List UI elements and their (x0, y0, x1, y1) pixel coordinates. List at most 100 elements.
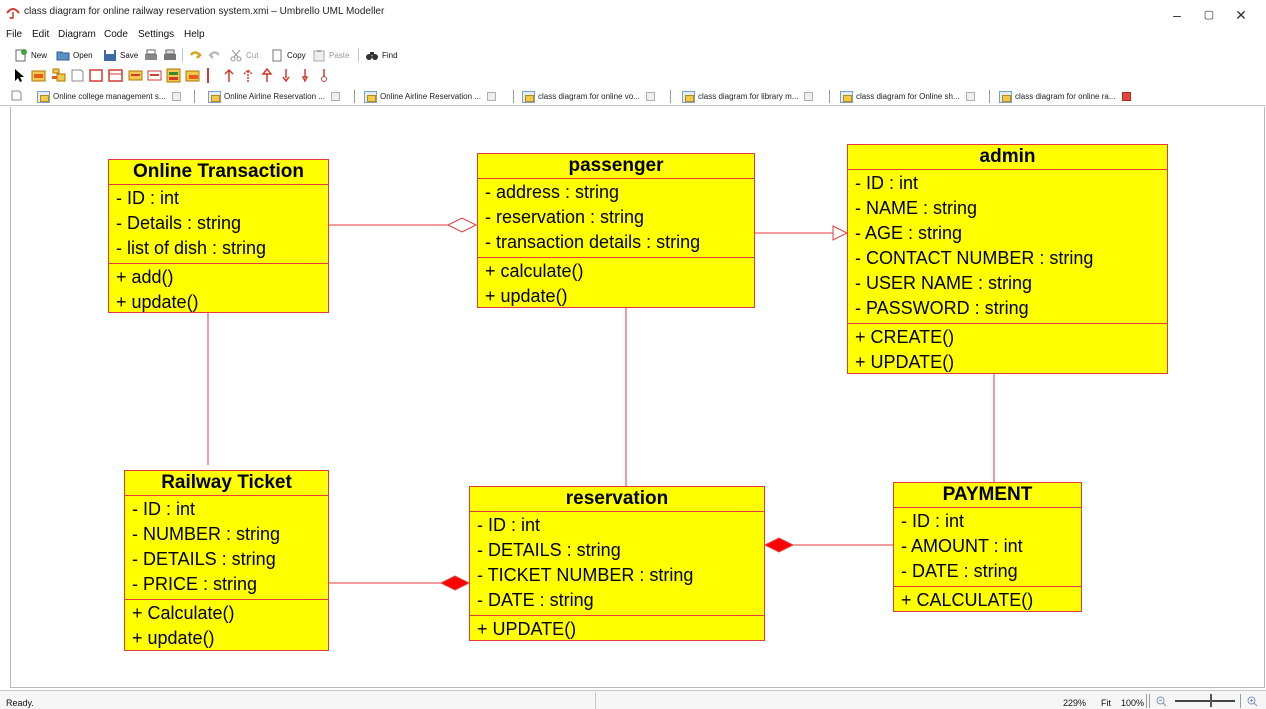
redo-icon[interactable] (208, 49, 222, 62)
zoom-out-icon[interactable] (1156, 696, 1167, 707)
new-tab-icon[interactable] (10, 89, 23, 102)
tab-close-icon[interactable] (1121, 92, 1131, 101)
class-payment[interactable]: PAYMENT - ID : int - AMOUNT : int - DATE… (893, 482, 1082, 612)
tab-online-college-management[interactable]: Online college management s... (35, 88, 181, 105)
operation-row: + add() (116, 267, 174, 287)
class-diagram-icon (208, 90, 221, 103)
tab-label: Online Airline Reservation ... (380, 92, 481, 101)
attribute-row: - NAME : string (855, 198, 978, 218)
tab-separator (989, 90, 990, 103)
tab-separator (354, 90, 355, 103)
tab-close-icon[interactable] (645, 92, 655, 101)
tab-close-icon[interactable] (486, 92, 496, 101)
find-button[interactable]: Find (365, 47, 398, 63)
tab-online-airline-reservation-1[interactable]: Online Airline Reservation ... (206, 88, 340, 105)
toolbar-separator (358, 48, 359, 62)
main-toolbar: New Open Save Cut Copy Paste Find (0, 45, 1266, 65)
aggregation-arrow-icon[interactable] (298, 68, 313, 83)
class-name: PAYMENT (894, 483, 1081, 508)
zoom-100-button[interactable]: 100% (1121, 698, 1144, 708)
tab-library-management[interactable]: class diagram for library m... (680, 88, 814, 105)
tab-label: Online college management s... (53, 92, 166, 101)
operation-row: + CALCULATE() (901, 590, 1034, 610)
tab-close-icon[interactable] (171, 92, 181, 101)
close-button[interactable]: ✕ (1218, 2, 1264, 28)
title-bar: class diagram for online railway reserva… (0, 0, 1266, 28)
save-label: Save (120, 50, 139, 60)
class-diagram-icon (840, 90, 853, 103)
tab-online-shopping[interactable]: class diagram for Online sh... (838, 88, 975, 105)
save-button[interactable]: Save (103, 47, 138, 63)
attribute-row: - NUMBER : string (132, 524, 281, 544)
attribute-compartment: - address : string - reservation : strin… (478, 179, 754, 258)
box-tool-icon[interactable] (89, 68, 104, 83)
clipboard-icon (313, 49, 325, 61)
class-name: admin (848, 145, 1167, 170)
composition-diamond (763, 537, 795, 553)
class-railway-ticket[interactable]: Railway Ticket - ID : int - NUMBER : str… (124, 470, 329, 651)
package-tool-icon[interactable] (51, 68, 66, 83)
attribute-row: - DATE : string (901, 561, 1018, 581)
dependency-arrow-icon[interactable] (241, 68, 256, 83)
menu-edit[interactable]: Edit (32, 29, 49, 40)
diagram-canvas[interactable]: Online Transaction - ID : int - Details … (10, 107, 1265, 688)
generalization-arrow-icon[interactable] (260, 68, 275, 83)
print-icon[interactable] (144, 49, 158, 62)
find-label: Find (382, 50, 398, 60)
new-label: New (31, 50, 48, 60)
class-name: passenger (478, 154, 754, 179)
composition-arrow-icon[interactable] (279, 68, 294, 83)
interface-tool-icon[interactable] (108, 68, 123, 83)
menu-code[interactable]: Code (104, 29, 128, 40)
enum-tool-icon[interactable] (147, 68, 162, 83)
template-tool-icon[interactable] (185, 68, 200, 83)
open-folder-icon (56, 51, 70, 60)
operation-compartment: + Calculate() + update() (125, 600, 328, 653)
line-tool-icon[interactable] (207, 68, 209, 83)
tab-online-airline-reservation-2[interactable]: Online Airline Reservation ... (362, 88, 496, 105)
tab-label: class diagram for Online sh... (856, 92, 960, 101)
tab-close-icon[interactable] (804, 92, 814, 101)
attribute-row: - TICKET NUMBER : string (477, 565, 694, 585)
operation-compartment: + CREATE() + UPDATE() (848, 324, 1167, 377)
tab-online-railway-reservation[interactable]: class diagram for online ra... (997, 88, 1131, 105)
class-tool-icon[interactable] (31, 68, 46, 83)
class-online-transaction[interactable]: Online Transaction - ID : int - Details … (108, 159, 329, 313)
zoom-in-icon[interactable] (1247, 696, 1258, 707)
open-button[interactable]: Open (56, 47, 93, 63)
menu-help[interactable]: Help (184, 29, 205, 40)
menu-diagram[interactable]: Diagram (58, 29, 96, 40)
class-passenger[interactable]: passenger - address : string - reservati… (477, 153, 755, 308)
attribute-compartment: - ID : int - NUMBER : string - DETAILS :… (125, 496, 328, 600)
operation-row: + update() (485, 286, 568, 306)
aggregation-diamond (446, 217, 478, 233)
entity-tool-icon[interactable] (166, 68, 181, 83)
operation-row: + UPDATE() (477, 619, 577, 639)
tab-online-voting[interactable]: class diagram for online vo... (520, 88, 655, 105)
zoom-slider-handle[interactable] (1210, 694, 1212, 707)
print-preview-icon[interactable] (163, 49, 177, 62)
status-bar: Ready. 229% Fit 100% (0, 690, 1266, 709)
menu-file[interactable]: File (6, 29, 22, 40)
copy-button[interactable]: Copy (270, 47, 306, 63)
paste-button[interactable]: Paste (312, 47, 349, 63)
class-admin[interactable]: admin - ID : int - NAME : string - AGE :… (847, 144, 1168, 374)
new-button[interactable]: New (14, 47, 47, 63)
attribute-compartment: - ID : int - NAME : string - AGE : strin… (848, 170, 1167, 324)
class-reservation[interactable]: reservation - ID : int - DETAILS : strin… (469, 486, 765, 641)
select-arrow-icon[interactable] (12, 68, 27, 83)
tab-close-icon[interactable] (330, 92, 340, 101)
containment-arrow-icon[interactable] (317, 68, 332, 83)
operation-compartment: + UPDATE() (470, 616, 764, 644)
tab-close-icon[interactable] (965, 92, 975, 101)
menu-settings[interactable]: Settings (138, 29, 174, 40)
undo-icon[interactable] (188, 49, 202, 62)
zoom-slider[interactable] (1175, 700, 1235, 702)
note-tool-icon[interactable] (70, 68, 85, 83)
association-arrow-icon[interactable] (222, 68, 237, 83)
copy-icon (272, 49, 282, 61)
zoom-fit-button[interactable]: Fit (1101, 698, 1111, 708)
attribute-row: - DETAILS : string (132, 549, 276, 569)
cut-button[interactable]: Cut (229, 47, 258, 63)
datatype-tool-icon[interactable] (128, 68, 143, 83)
